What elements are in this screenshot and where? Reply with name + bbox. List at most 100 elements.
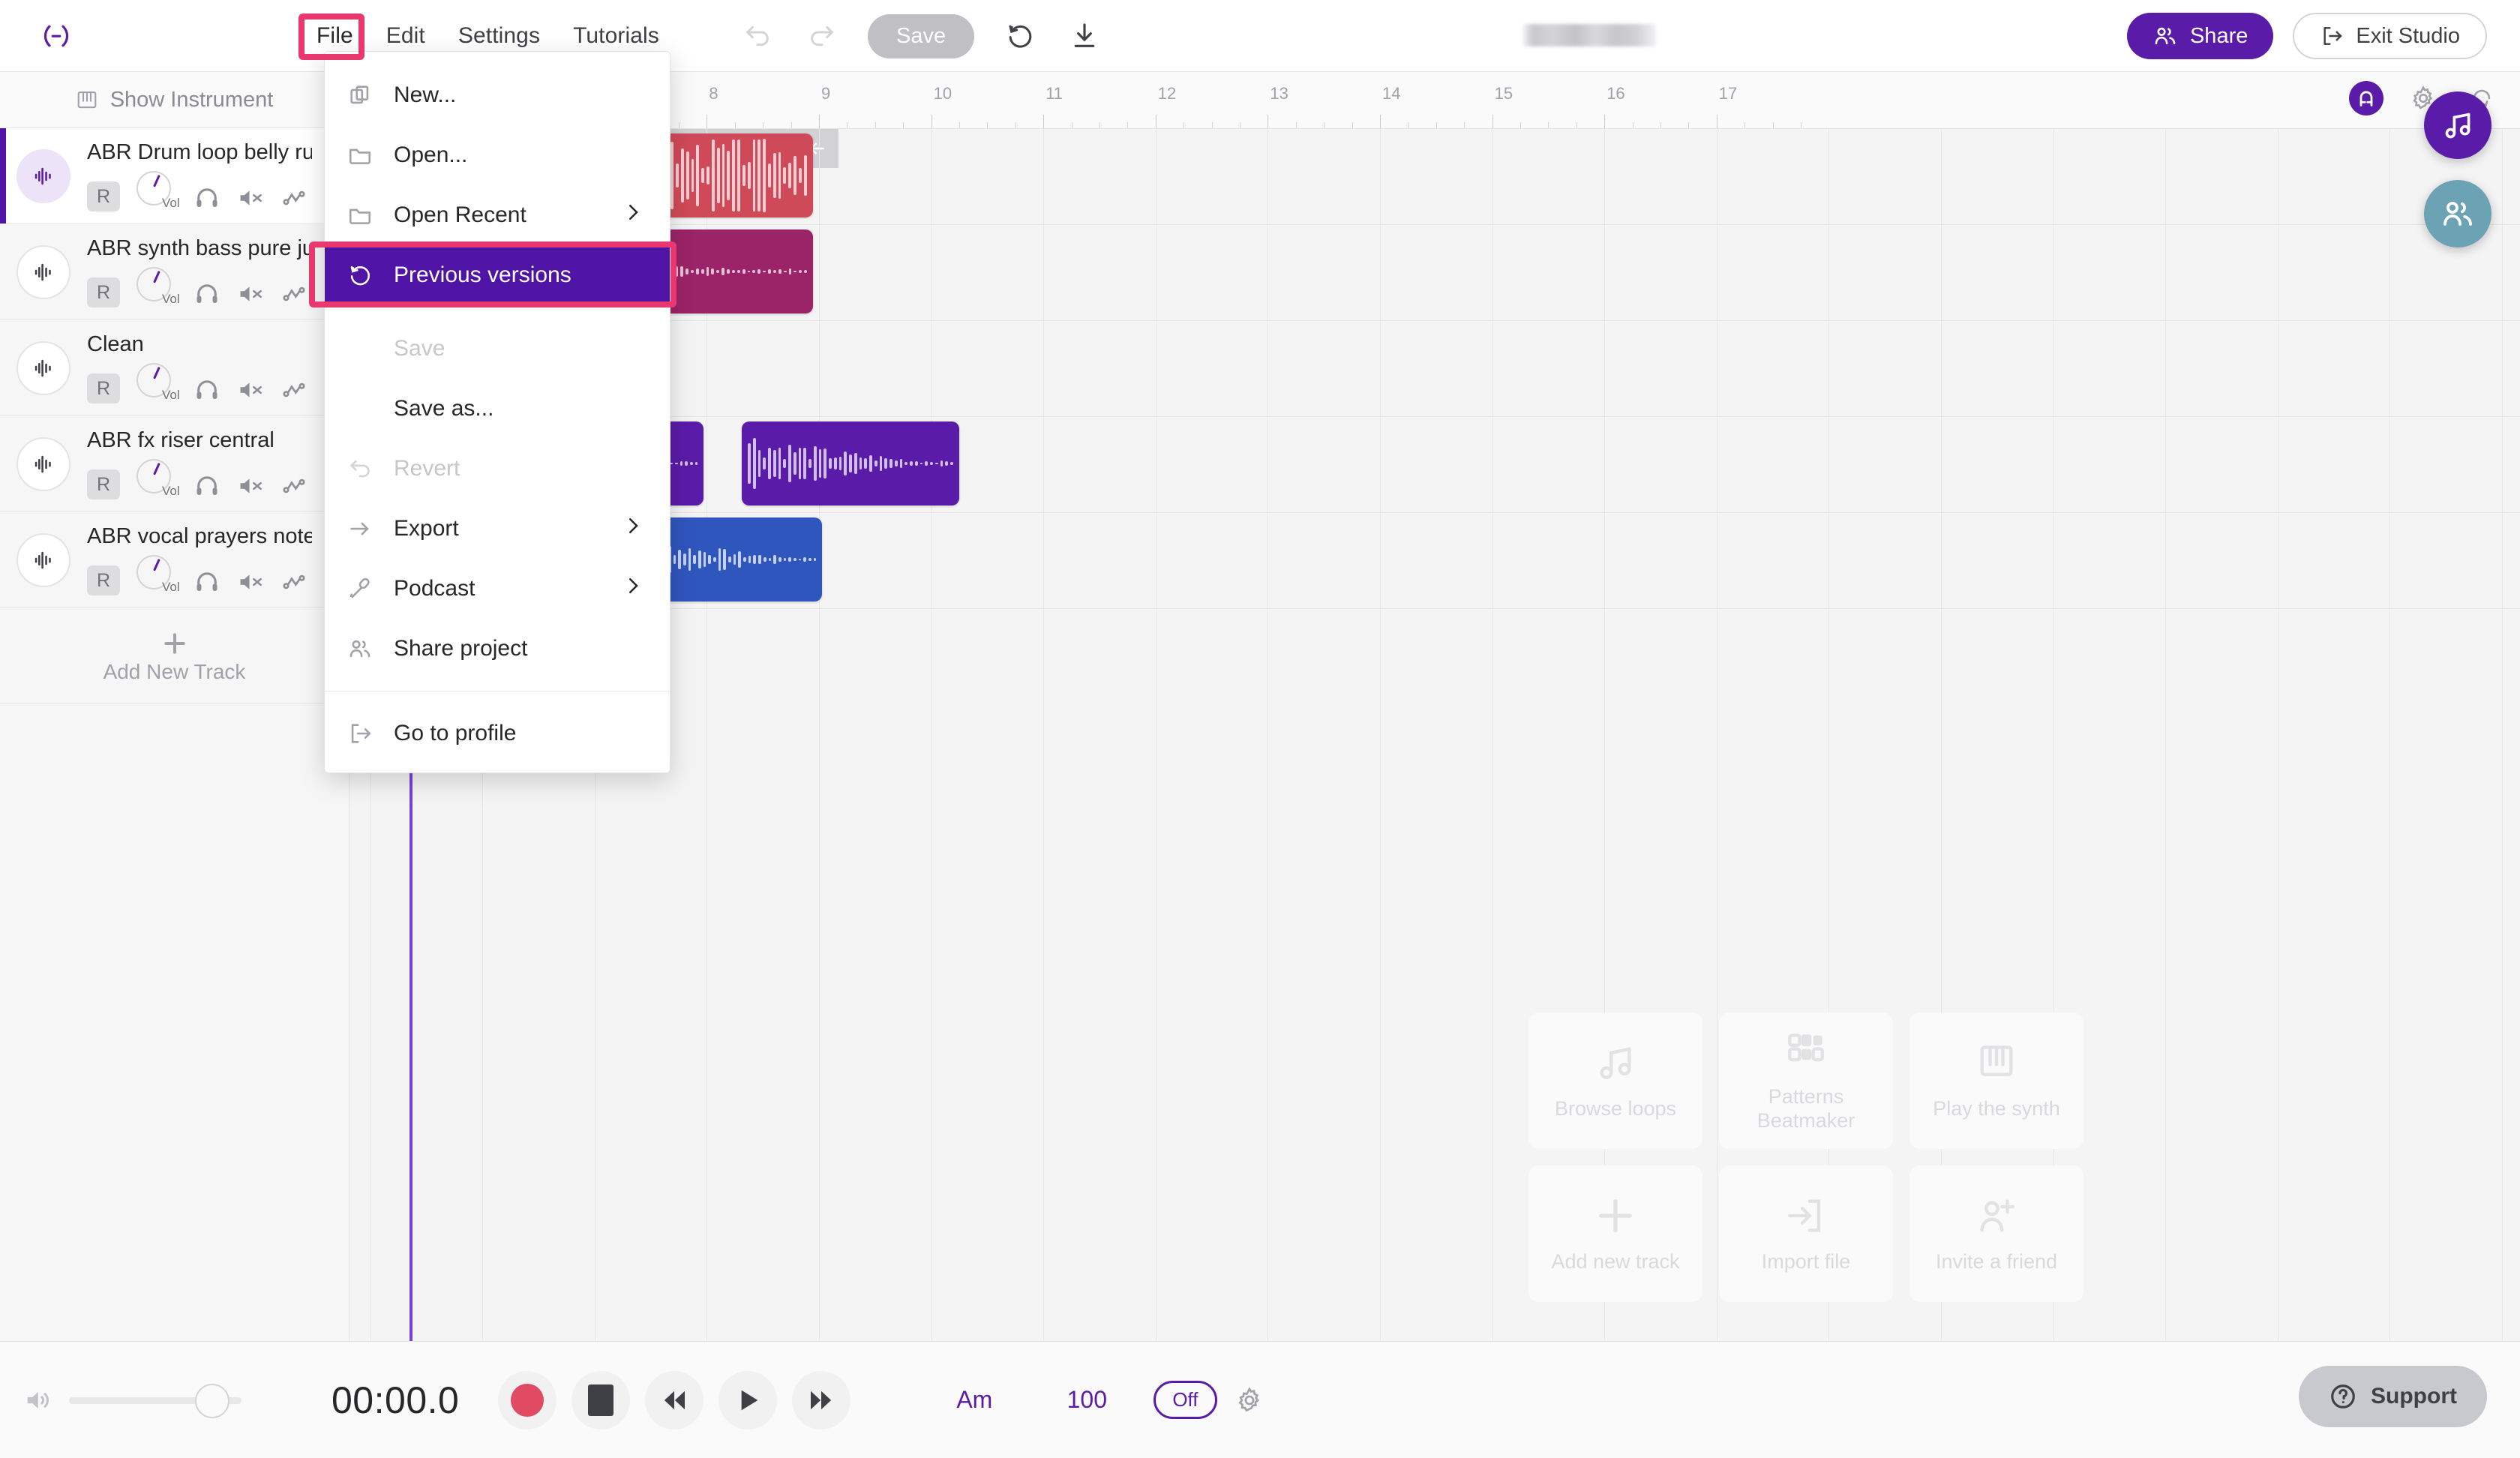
track-automation-button[interactable] (280, 184, 308, 212)
track-record-arm-button[interactable]: R (87, 182, 120, 212)
timeline-tracks-area[interactable]: Browse loops Patterns Beatmaker Play the s… (350, 129, 2520, 1341)
track-automation-button[interactable] (280, 376, 308, 404)
app-logo[interactable] (0, 21, 112, 51)
download-button[interactable] (1066, 17, 1103, 55)
tempo-value[interactable]: 100 (1030, 1386, 1143, 1414)
menu-file[interactable]: File (300, 16, 370, 56)
track-row[interactable]: ABR synth bass pure jui... R Vol (0, 224, 349, 320)
record-button[interactable] (498, 1370, 557, 1430)
quick-action-card[interactable]: Add new track (1528, 1166, 1702, 1302)
track-solo-button[interactable] (194, 376, 220, 404)
timeline-lane[interactable] (350, 321, 2520, 417)
quick-action-card[interactable]: Import file (1719, 1166, 1893, 1302)
track-solo-button[interactable] (194, 280, 220, 308)
timecode-display[interactable]: 00:00.0 (332, 1378, 459, 1422)
track-volume-knob[interactable]: Vol (136, 459, 180, 500)
key-value[interactable]: Am (918, 1386, 1030, 1414)
track-automation-button[interactable] (280, 568, 308, 596)
file-menu-item[interactable]: Open... (325, 125, 670, 185)
file-menu-item[interactable]: New... (325, 65, 670, 125)
menu-edit[interactable]: Edit (370, 16, 442, 56)
track-instrument-button[interactable] (16, 436, 70, 491)
show-instrument-button[interactable]: Show Instrument (0, 72, 349, 128)
share-button[interactable]: Share (2126, 13, 2274, 59)
file-menu-item[interactable]: Podcast (325, 559, 670, 619)
track-volume-knob[interactable]: Vol (136, 267, 180, 308)
gear-icon (1238, 1386, 1259, 1412)
track-name[interactable]: ABR vocal prayers notes... (87, 524, 312, 549)
track-volume-knob[interactable]: Vol (136, 363, 180, 404)
grid-line (2165, 129, 2167, 1341)
track-solo-button[interactable] (194, 472, 220, 500)
menu-item-label: Open... (394, 142, 468, 167)
quick-action-card[interactable]: Invite a friend (1910, 1166, 2084, 1302)
file-menu-item[interactable]: Go to profile (325, 704, 670, 764)
menu-item-label: Save (394, 336, 446, 361)
track-row[interactable]: ABR Drum loop belly rub R Vol (0, 128, 349, 224)
track-volume-knob[interactable]: Vol (136, 171, 180, 212)
file-menu-item[interactable]: Export (325, 499, 670, 559)
loop-library-fab[interactable] (2424, 92, 2492, 159)
timeline-ruler[interactable]: 567891011121314151617 (350, 72, 2520, 129)
project-title[interactable] (1522, 24, 1656, 46)
track-instrument-button[interactable] (16, 532, 70, 587)
support-button[interactable]: Support (2299, 1366, 2487, 1427)
people-icon (350, 640, 370, 658)
track-name[interactable]: ABR fx riser central (87, 428, 308, 453)
track-instrument-button[interactable] (16, 148, 70, 203)
file-menu-item[interactable]: Share project (325, 619, 670, 679)
volume-handle[interactable] (195, 1383, 230, 1418)
quick-action-card[interactable]: Patterns Beatmaker (1719, 1012, 1893, 1149)
track-instrument-button[interactable] (16, 244, 70, 299)
quick-action-card[interactable]: Browse loops (1528, 1012, 1702, 1149)
save-button[interactable]: Save (868, 14, 975, 58)
speaker-mute-icon (240, 382, 262, 398)
stop-button[interactable] (572, 1370, 631, 1430)
undo-button[interactable] (739, 17, 776, 55)
track-name[interactable]: Clean (87, 332, 308, 357)
metronome-settings-button[interactable] (1235, 1386, 1264, 1414)
previous-versions-button[interactable] (1001, 17, 1039, 55)
track-record-arm-button[interactable]: R (87, 374, 120, 404)
track-record-arm-button[interactable]: R (87, 566, 120, 596)
track-record-arm-button[interactable]: R (87, 470, 120, 500)
ruler-tick-label: 11 (1046, 84, 1064, 103)
track-automation-button[interactable] (280, 280, 308, 308)
snap-toggle-button[interactable] (2349, 81, 2384, 116)
track-name[interactable]: ABR Drum loop belly rub (87, 140, 312, 165)
master-volume-slider[interactable] (69, 1383, 242, 1418)
speaker-icon[interactable] (22, 1385, 52, 1415)
track-volume-knob[interactable]: Vol (136, 555, 180, 596)
track-record-arm-button[interactable]: R (87, 278, 120, 308)
rewind-button[interactable] (645, 1370, 704, 1430)
audio-clip[interactable] (742, 422, 959, 506)
track-automation-button[interactable] (280, 472, 308, 500)
file-menu-item[interactable]: Save as... (325, 379, 670, 439)
collaborate-fab[interactable] (2424, 180, 2492, 248)
metronome-toggle[interactable]: Off (1154, 1381, 1217, 1419)
quick-action-card[interactable]: Play the synth (1910, 1012, 2084, 1149)
track-row[interactable]: Clean R Vol (0, 320, 349, 416)
track-solo-button[interactable] (194, 184, 220, 212)
track-solo-button[interactable] (194, 568, 220, 596)
exit-studio-button[interactable]: Exit Studio (2293, 13, 2487, 59)
support-label: Support (2371, 1384, 2457, 1408)
track-mute-button[interactable] (237, 472, 264, 500)
play-button[interactable] (718, 1370, 778, 1430)
track-instrument-button[interactable] (16, 340, 70, 395)
menu-settings[interactable]: Settings (442, 16, 556, 56)
add-new-track-button[interactable]: Add New Track (0, 608, 349, 704)
file-menu-item[interactable]: Previous versions (325, 245, 670, 305)
speaker-mute-icon (240, 286, 262, 302)
track-name[interactable]: ABR synth bass pure jui... (87, 236, 312, 261)
track-row[interactable]: ABR fx riser central R Vol (0, 416, 349, 512)
fast-forward-button[interactable] (792, 1370, 851, 1430)
menu-tutorials[interactable]: Tutorials (556, 16, 676, 56)
redo-button[interactable] (803, 17, 841, 55)
file-menu-item[interactable]: Open Recent (325, 185, 670, 245)
track-mute-button[interactable] (237, 376, 264, 404)
track-row[interactable]: ABR vocal prayers notes... R Vol (0, 512, 349, 608)
track-mute-button[interactable] (237, 280, 264, 308)
track-mute-button[interactable] (237, 568, 264, 596)
track-mute-button[interactable] (237, 184, 264, 212)
